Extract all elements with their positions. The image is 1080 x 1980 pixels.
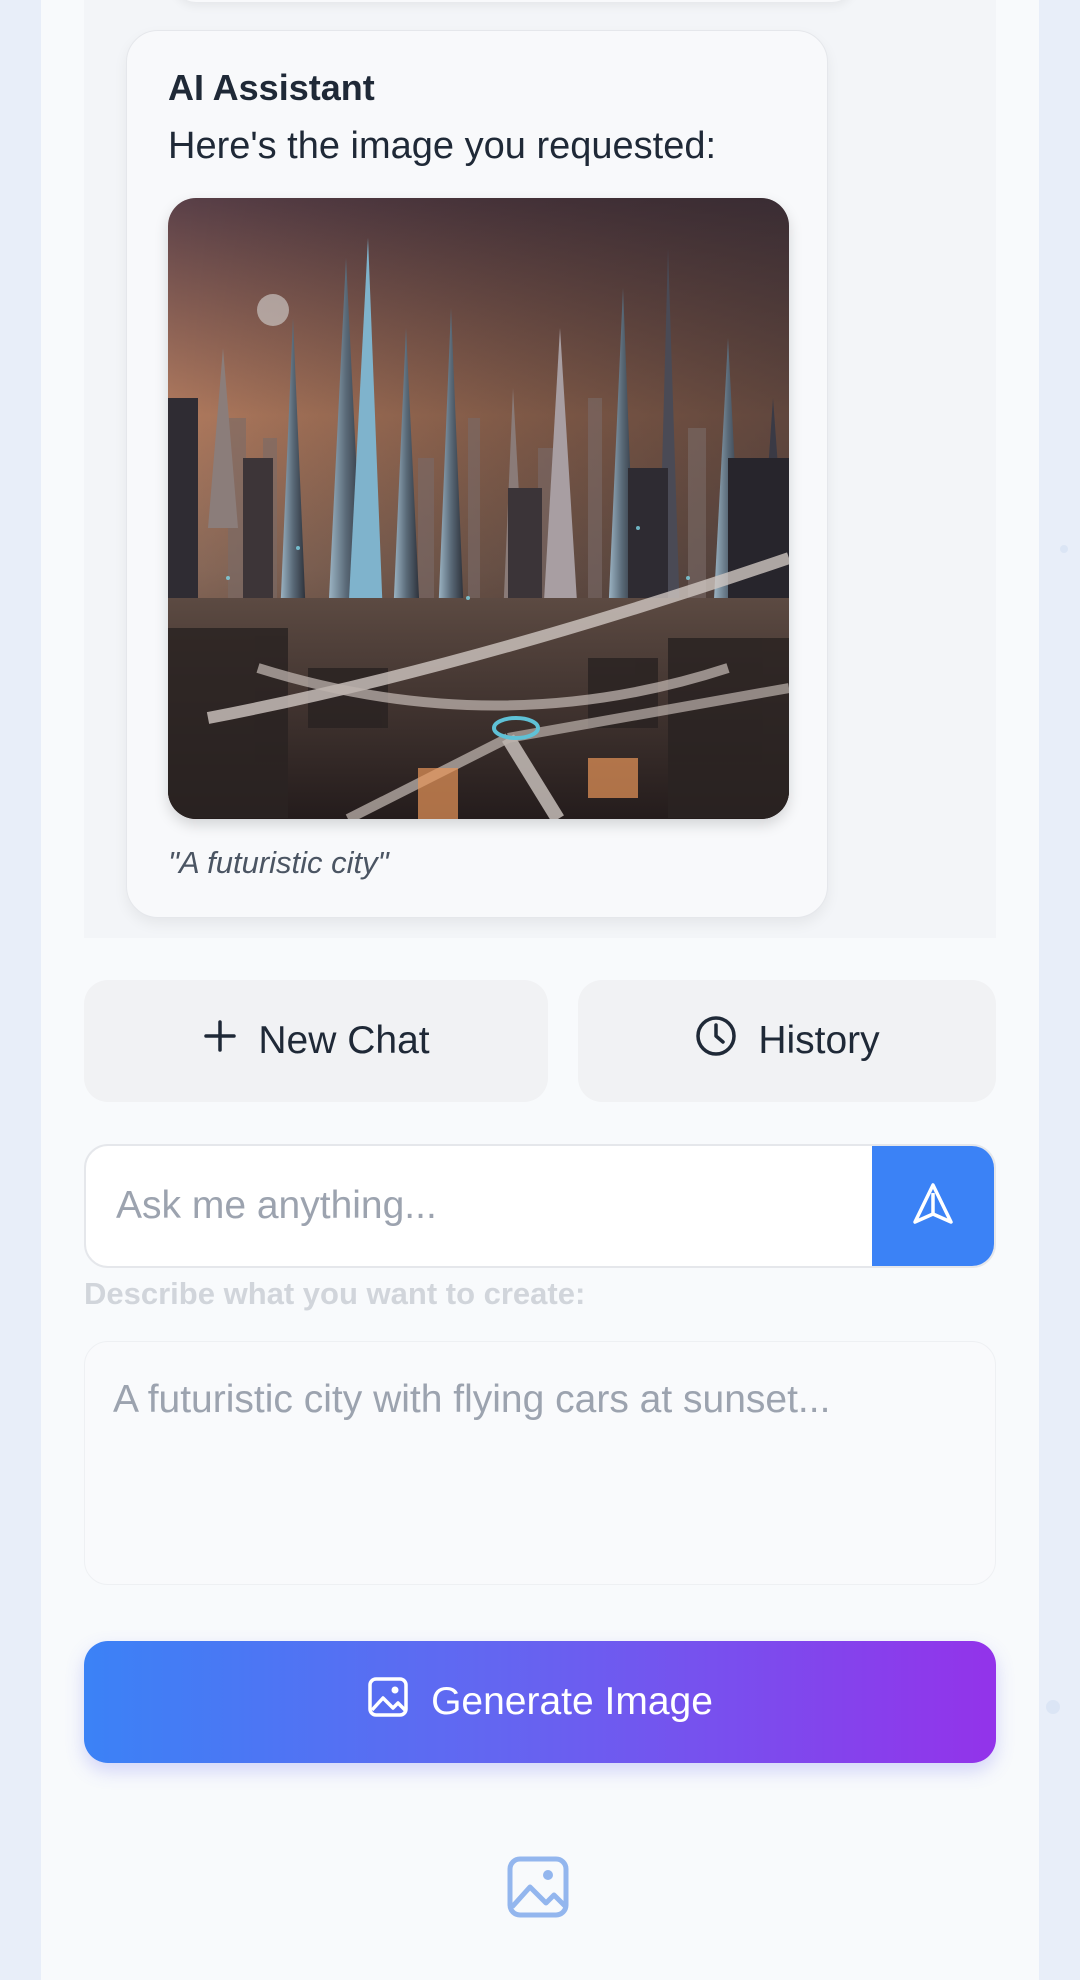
describe-label: Describe what you want to create: xyxy=(84,1276,586,1311)
image-placeholder-icon xyxy=(506,1855,570,1919)
clock-icon xyxy=(694,1014,738,1068)
generated-image[interactable] xyxy=(168,198,789,819)
send-button[interactable] xyxy=(872,1146,994,1266)
background-dot xyxy=(1046,1700,1060,1714)
app-container: AI Assistant Here's the image you reques… xyxy=(41,0,1039,1980)
generate-image-button[interactable]: Generate Image xyxy=(84,1641,996,1763)
ask-input-group xyxy=(84,1144,996,1268)
chat-area[interactable]: AI Assistant Here's the image you reques… xyxy=(84,0,996,938)
new-chat-button[interactable]: New Chat xyxy=(84,980,548,1102)
history-button[interactable]: History xyxy=(578,980,996,1102)
ask-input[interactable] xyxy=(86,1146,874,1266)
image-icon xyxy=(367,1676,409,1728)
background-dot xyxy=(1060,545,1068,553)
send-icon xyxy=(910,1181,956,1232)
image-caption: "A futuristic city" xyxy=(168,845,389,880)
message-text: Here's the image you requested: xyxy=(168,125,717,167)
new-chat-label: New Chat xyxy=(258,1019,430,1062)
message-sender: AI Assistant xyxy=(168,67,375,108)
previous-message-bubble xyxy=(174,0,854,2)
plus-icon xyxy=(202,1018,238,1064)
image-prompt-textarea[interactable] xyxy=(84,1341,996,1585)
generate-image-label: Generate Image xyxy=(431,1680,713,1723)
history-label: History xyxy=(758,1019,880,1062)
assistant-message-bubble: AI Assistant Here's the image you reques… xyxy=(126,30,828,918)
